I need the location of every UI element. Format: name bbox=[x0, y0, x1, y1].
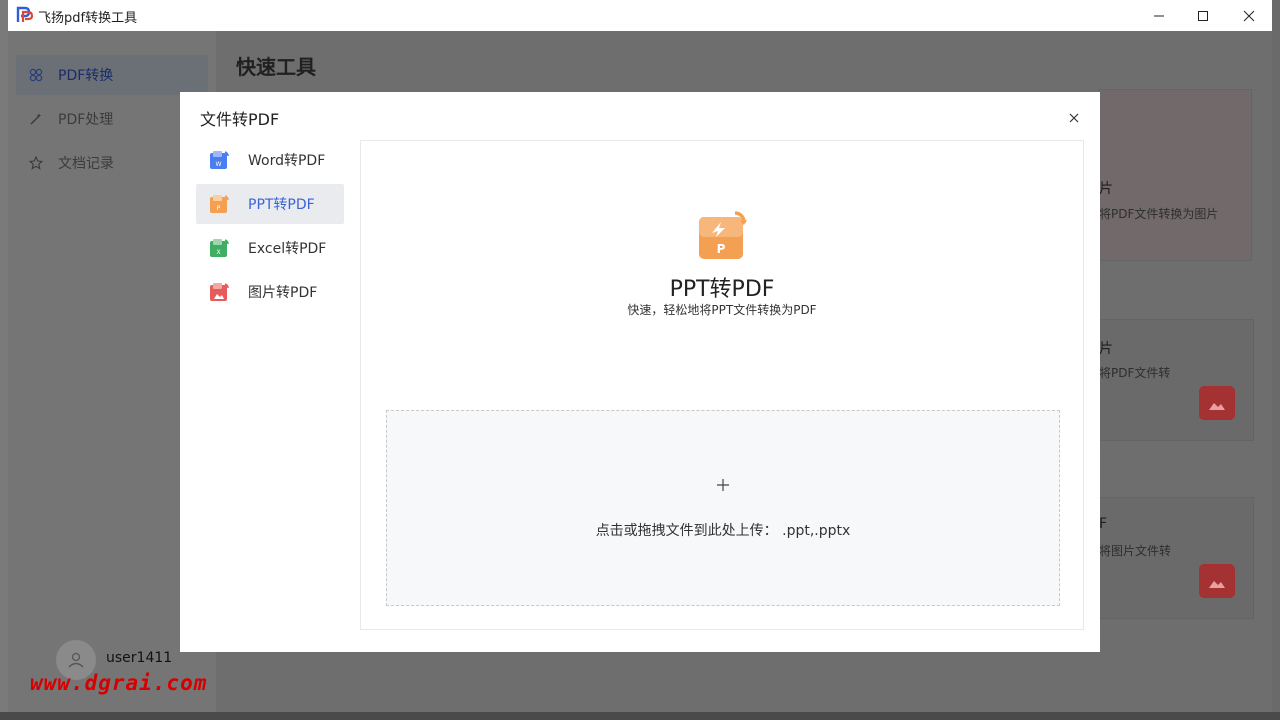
image-pdf-icon bbox=[1199, 564, 1235, 598]
minimize-button[interactable] bbox=[1136, 0, 1182, 31]
sidebar-item-label: 文档记录 bbox=[58, 156, 114, 172]
page-title: 快速工具 bbox=[236, 55, 316, 79]
grid-icon bbox=[28, 67, 44, 83]
svg-text:W: W bbox=[216, 161, 222, 168]
background-card-title: 片 bbox=[1099, 341, 1113, 357]
category-image-to-pdf[interactable]: 图片转PDF bbox=[196, 272, 344, 312]
dialog-title: 文件转PDF bbox=[200, 110, 280, 129]
desktop-taskbar-strip bbox=[0, 712, 1280, 720]
close-icon bbox=[1243, 10, 1255, 21]
category-word-to-pdf[interactable]: W Word转PDF bbox=[196, 140, 344, 180]
file-to-pdf-dialog: 文件转PDF W Word转PDF P PPT转PDF X Excel转PDF bbox=[180, 92, 1100, 652]
category-label: Excel转PDF bbox=[248, 241, 327, 257]
close-icon bbox=[1069, 113, 1079, 123]
user-icon bbox=[68, 652, 84, 668]
upload-hint: 点击或拖拽文件到此处上传： .ppt,.pptx bbox=[595, 523, 851, 539]
watermark: www.dgrai.com bbox=[30, 671, 208, 695]
category-label: PPT转PDF bbox=[248, 197, 315, 213]
panel-subtitle: 快速，轻松地将PPT文件转换为PDF bbox=[627, 303, 817, 317]
plus-icon bbox=[717, 479, 729, 491]
desktop-edge-left bbox=[0, 0, 8, 720]
window-close-button[interactable] bbox=[1226, 0, 1272, 31]
title-bar: 飞扬pdf转换工具 bbox=[8, 0, 1272, 31]
sidebar-item-label: PDF处理 bbox=[58, 112, 114, 128]
upload-dropzone[interactable]: 点击或拖拽文件到此处上传： .ppt,.pptx bbox=[386, 410, 1060, 606]
category-ppt-to-pdf[interactable]: P PPT转PDF bbox=[196, 184, 344, 224]
image-file-icon bbox=[210, 283, 229, 301]
background-card-title: 片 bbox=[1099, 181, 1113, 197]
word-file-icon: W bbox=[210, 151, 229, 169]
ppt-file-icon: P bbox=[210, 195, 229, 213]
category-excel-to-pdf[interactable]: X Excel转PDF bbox=[196, 228, 344, 268]
background-card: 片 将PDF文件转换为图片 bbox=[1098, 89, 1252, 261]
star-icon bbox=[28, 155, 44, 171]
background-card: 片 将PDF文件转 bbox=[1098, 319, 1254, 441]
image-pdf-icon bbox=[1199, 386, 1235, 420]
maximize-icon bbox=[1198, 10, 1208, 21]
dialog-close-button[interactable] bbox=[1064, 108, 1084, 128]
svg-text:X: X bbox=[216, 249, 220, 256]
background-card-desc: 将图片文件转 bbox=[1099, 544, 1172, 558]
user-name: user1411 bbox=[106, 650, 173, 666]
window-title: 飞扬pdf转换工具 bbox=[38, 11, 138, 26]
category-label: 图片转PDF bbox=[248, 285, 318, 301]
convert-panel: P PPT转PDF 快速，轻松地将PPT文件转换为PDF 点击或拖拽文件到此处上… bbox=[360, 140, 1084, 630]
wand-icon bbox=[28, 111, 44, 127]
panel-title: PPT转PDF bbox=[669, 277, 775, 302]
background-card-desc: 将PDF文件转 bbox=[1099, 366, 1171, 380]
background-card: F 将图片文件转 bbox=[1098, 497, 1254, 619]
svg-text:P: P bbox=[717, 242, 726, 256]
maximize-button[interactable] bbox=[1180, 0, 1226, 31]
background-card-title: F bbox=[1099, 516, 1108, 532]
svg-text:P: P bbox=[217, 205, 221, 212]
sidebar-item-label: PDF转换 bbox=[58, 68, 114, 84]
excel-file-icon: X bbox=[210, 239, 229, 257]
background-card-desc: 将PDF文件转换为图片 bbox=[1099, 207, 1219, 221]
ppt-to-pdf-icon: P bbox=[699, 211, 747, 259]
category-label: Word转PDF bbox=[248, 153, 326, 169]
minimize-icon bbox=[1154, 15, 1164, 16]
sidebar-item-pdf-convert[interactable]: PDF转换 bbox=[16, 55, 208, 95]
desktop-edge-right bbox=[1272, 0, 1280, 720]
app-logo-icon bbox=[16, 6, 34, 22]
